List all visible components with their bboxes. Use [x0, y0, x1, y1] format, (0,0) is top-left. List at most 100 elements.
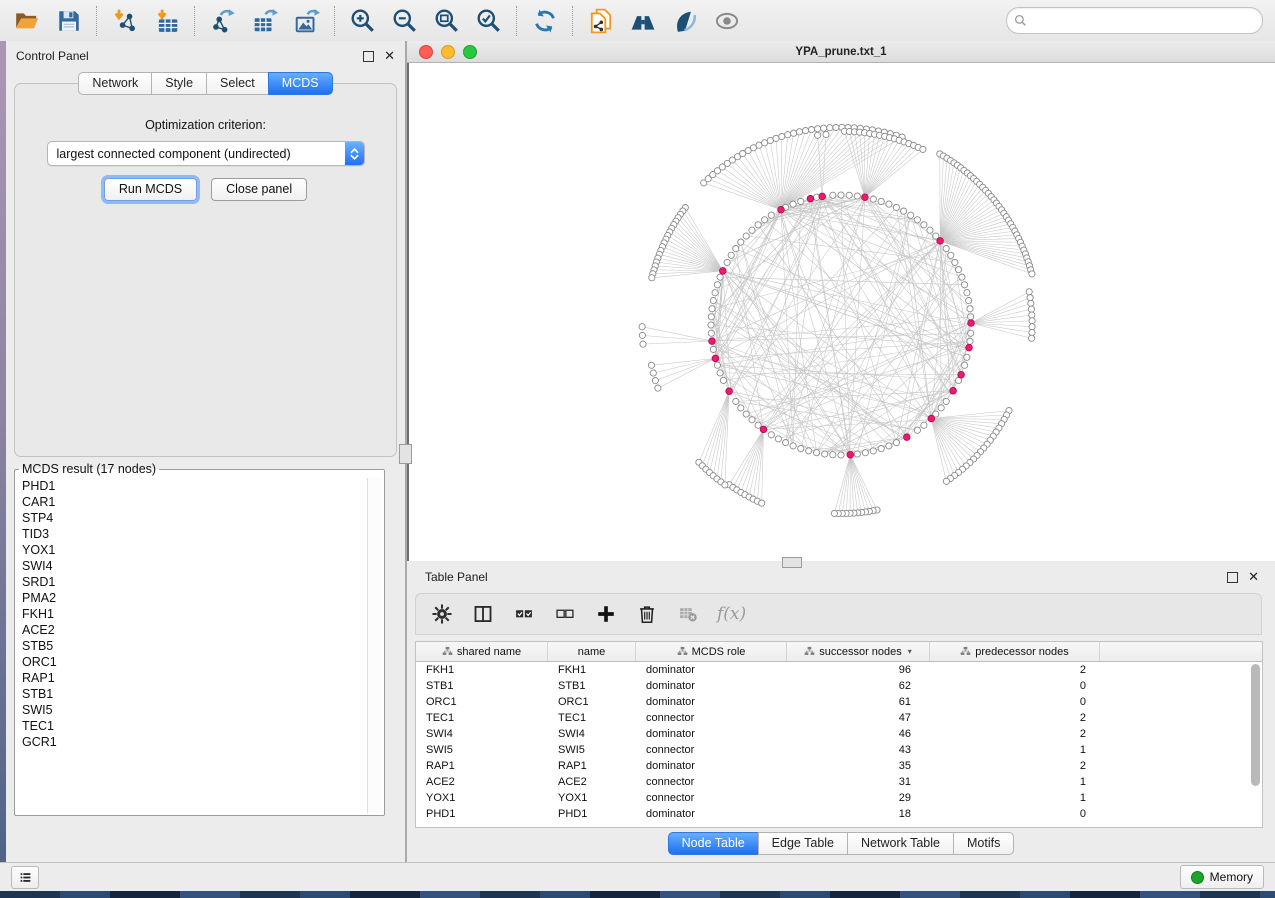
cell-successor-nodes[interactable]: 46: [787, 726, 930, 742]
network-node[interactable]: [958, 371, 965, 378]
network-node[interactable]: [847, 451, 854, 458]
cell-MCDS-role[interactable]: dominator: [636, 694, 787, 710]
network-node[interactable]: [768, 212, 774, 218]
network-node[interactable]: [709, 338, 716, 345]
panel-menu-button[interactable]: [11, 866, 39, 889]
cell-name[interactable]: RAP1: [548, 758, 636, 774]
network-node[interactable]: [773, 135, 779, 141]
network-node[interactable]: [708, 330, 714, 336]
table-row[interactable]: SWI5SWI5connector431: [416, 742, 1262, 758]
network-node[interactable]: [796, 129, 802, 135]
cell-shared-name[interactable]: YOX1: [416, 790, 548, 806]
open-icon[interactable]: [13, 7, 41, 35]
save-icon[interactable]: [55, 7, 83, 35]
network-node[interactable]: [938, 405, 944, 411]
cell-MCDS-role[interactable]: connector: [636, 742, 787, 758]
network-node[interactable]: [1027, 295, 1033, 301]
network-node[interactable]: [854, 451, 860, 457]
network-node[interactable]: [815, 126, 821, 132]
table-panel-close-icon[interactable]: ✕: [1248, 572, 1259, 582]
network-node[interactable]: [738, 405, 744, 411]
cell-predecessor-nodes[interactable]: 1: [930, 790, 1100, 806]
cell-successor-nodes[interactable]: 43: [787, 742, 930, 758]
tab-motifs[interactable]: Motifs: [953, 832, 1014, 855]
mcds-result-item[interactable]: RAP1: [17, 670, 366, 686]
network-node[interactable]: [717, 370, 723, 376]
network-node[interactable]: [921, 222, 927, 228]
mcds-result-scrollbar[interactable]: [367, 478, 382, 813]
network-node[interactable]: [821, 125, 827, 131]
network-node[interactable]: [815, 132, 821, 138]
cell-MCDS-role[interactable]: dominator: [636, 662, 787, 678]
cell-shared-name[interactable]: ACE2: [416, 774, 548, 790]
cell-successor-nodes[interactable]: 62: [787, 678, 930, 694]
network-node[interactable]: [870, 448, 876, 454]
zoom-selected-icon[interactable]: [475, 7, 503, 35]
mcds-result-item[interactable]: GCR1: [17, 734, 366, 750]
new-network-from-selection-icon[interactable]: [587, 7, 615, 35]
cell-shared-name[interactable]: FKH1: [416, 662, 548, 678]
cell-MCDS-role[interactable]: dominator: [636, 678, 787, 694]
network-node[interactable]: [1028, 306, 1034, 312]
network-node[interactable]: [968, 314, 974, 320]
cell-predecessor-nodes[interactable]: 0: [930, 678, 1100, 694]
network-node[interactable]: [968, 330, 974, 336]
network-node[interactable]: [710, 346, 716, 352]
network-node[interactable]: [838, 192, 844, 198]
network-node[interactable]: [814, 450, 820, 456]
network-node[interactable]: [806, 448, 812, 454]
network-window-titlebar[interactable]: YPA_prune.txt_1: [407, 41, 1275, 63]
network-node[interactable]: [1029, 324, 1035, 330]
network-node[interactable]: [779, 133, 785, 139]
column-header-MCDS-role[interactable]: MCDS role: [636, 642, 787, 661]
mcds-result-item[interactable]: SWI5: [17, 702, 366, 718]
network-node[interactable]: [886, 443, 892, 449]
network-node[interactable]: [714, 362, 720, 368]
network-node[interactable]: [720, 377, 726, 383]
network-node[interactable]: [862, 194, 869, 201]
cell-shared-name[interactable]: ORC1: [416, 694, 548, 710]
hide-style-icon[interactable]: [671, 7, 699, 35]
table-row[interactable]: STB1STB1dominator620: [416, 678, 1262, 694]
network-node[interactable]: [709, 306, 715, 312]
network-node[interactable]: [714, 282, 720, 288]
control-panel-float-icon[interactable]: [363, 51, 374, 62]
table-row[interactable]: FKH1FKH1dominator962: [416, 662, 1262, 678]
mcds-result-item[interactable]: ORC1: [17, 654, 366, 670]
column-header-successor-nodes[interactable]: successor nodes▾: [787, 642, 930, 661]
network-node[interactable]: [967, 338, 973, 344]
network-node[interactable]: [759, 500, 765, 506]
table-panel-float-icon[interactable]: [1227, 572, 1238, 583]
cell-name[interactable]: FKH1: [548, 662, 636, 678]
control-panel-close-icon[interactable]: ✕: [384, 51, 395, 61]
cell-predecessor-nodes[interactable]: 2: [930, 662, 1100, 678]
network-node[interactable]: [920, 146, 926, 152]
network-node[interactable]: [952, 259, 958, 265]
cell-name[interactable]: ACE2: [548, 774, 636, 790]
network-node[interactable]: [943, 398, 949, 404]
network-node[interactable]: [964, 354, 970, 360]
network-node[interactable]: [928, 415, 935, 422]
network-node[interactable]: [914, 217, 920, 223]
network-node[interactable]: [712, 355, 719, 362]
table-mode-icon[interactable]: [430, 602, 454, 626]
network-node[interactable]: [639, 324, 645, 330]
network-node[interactable]: [967, 306, 973, 312]
mcds-result-item[interactable]: CAR1: [17, 494, 366, 510]
export-image-icon[interactable]: [293, 7, 321, 35]
network-node[interactable]: [743, 233, 749, 239]
cell-MCDS-role[interactable]: dominator: [636, 726, 787, 742]
cell-name[interactable]: TEC1: [548, 710, 636, 726]
cell-name[interactable]: PHD1: [548, 806, 636, 822]
network-node[interactable]: [878, 198, 884, 204]
memory-button[interactable]: Memory: [1180, 865, 1264, 889]
cell-successor-nodes[interactable]: 18: [787, 806, 930, 822]
tab-select[interactable]: Select: [206, 72, 268, 95]
run-mcds-button[interactable]: Run MCDS: [104, 178, 197, 201]
cell-successor-nodes[interactable]: 35: [787, 758, 930, 774]
cell-predecessor-nodes[interactable]: 0: [930, 806, 1100, 822]
network-node[interactable]: [720, 268, 727, 275]
mcds-result-item[interactable]: PMA2: [17, 590, 366, 606]
column-header-shared-name[interactable]: shared name: [416, 642, 548, 661]
cell-MCDS-role[interactable]: dominator: [636, 758, 787, 774]
